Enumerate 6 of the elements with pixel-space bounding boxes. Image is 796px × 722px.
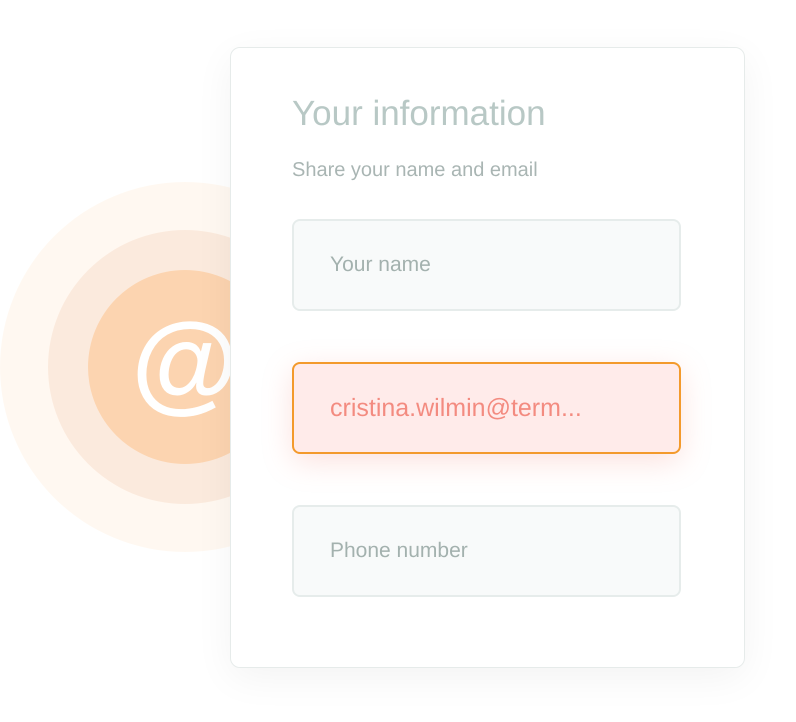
card-title: Your information	[292, 93, 547, 135]
at-sign-icon: @	[131, 308, 239, 418]
input-field[interactable]: Phone number	[292, 505, 681, 597]
input-field[interactable]: cristina.wilmin@term...	[292, 362, 681, 454]
input-field[interactable]: Your name	[292, 219, 681, 311]
card-subtitle: Share your name and email	[292, 158, 539, 182]
